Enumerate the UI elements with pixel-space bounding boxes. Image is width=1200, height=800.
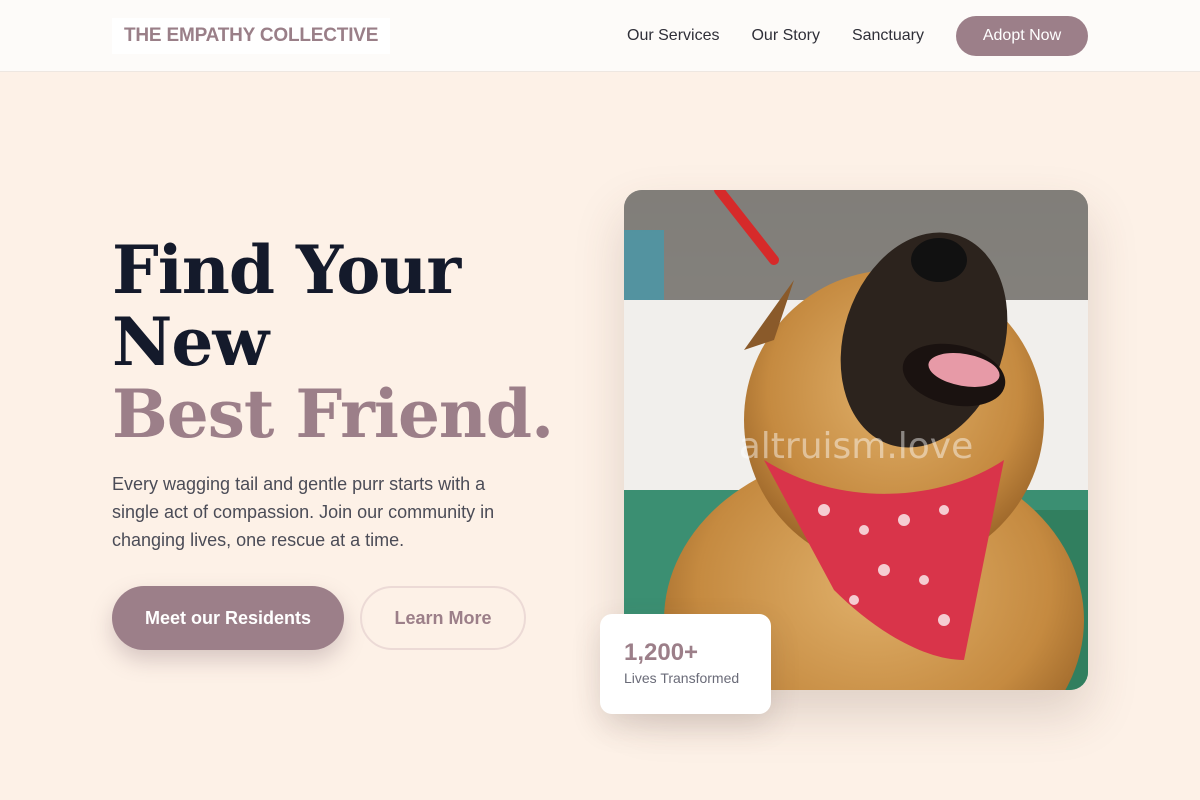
learn-more-button[interactable]: Learn More: [360, 586, 526, 650]
hero-headline: Find Your New Best Friend.: [112, 234, 592, 450]
nav-link-our-story[interactable]: Our Story: [751, 27, 819, 45]
stat-label: Lives Transformed: [624, 670, 740, 686]
headline-accent: Best Friend.: [112, 375, 554, 453]
top-navbar: THE EMPATHY COLLECTIVE Our Services Our …: [0, 0, 1200, 72]
nav-links: Our Services Our Story Sanctuary Adopt N…: [627, 16, 1088, 56]
hero-lead-text: Every wagging tail and gentle purr start…: [112, 474, 495, 550]
nav-link-our-services[interactable]: Our Services: [627, 27, 719, 45]
photo-watermark: altruism.love: [738, 426, 974, 467]
brand-logo[interactable]: THE EMPATHY COLLECTIVE: [112, 18, 391, 54]
stat-card: 1,200+ Lives Transformed: [600, 614, 771, 714]
nav-link-sanctuary[interactable]: Sanctuary: [852, 27, 924, 45]
headline-line-1: Find Your: [112, 231, 461, 309]
stat-value: 1,200+: [624, 639, 699, 666]
headline-line-2: New: [112, 303, 269, 381]
adopt-now-button[interactable]: Adopt Now: [956, 16, 1088, 56]
meet-residents-button[interactable]: Meet our Residents: [112, 586, 344, 650]
